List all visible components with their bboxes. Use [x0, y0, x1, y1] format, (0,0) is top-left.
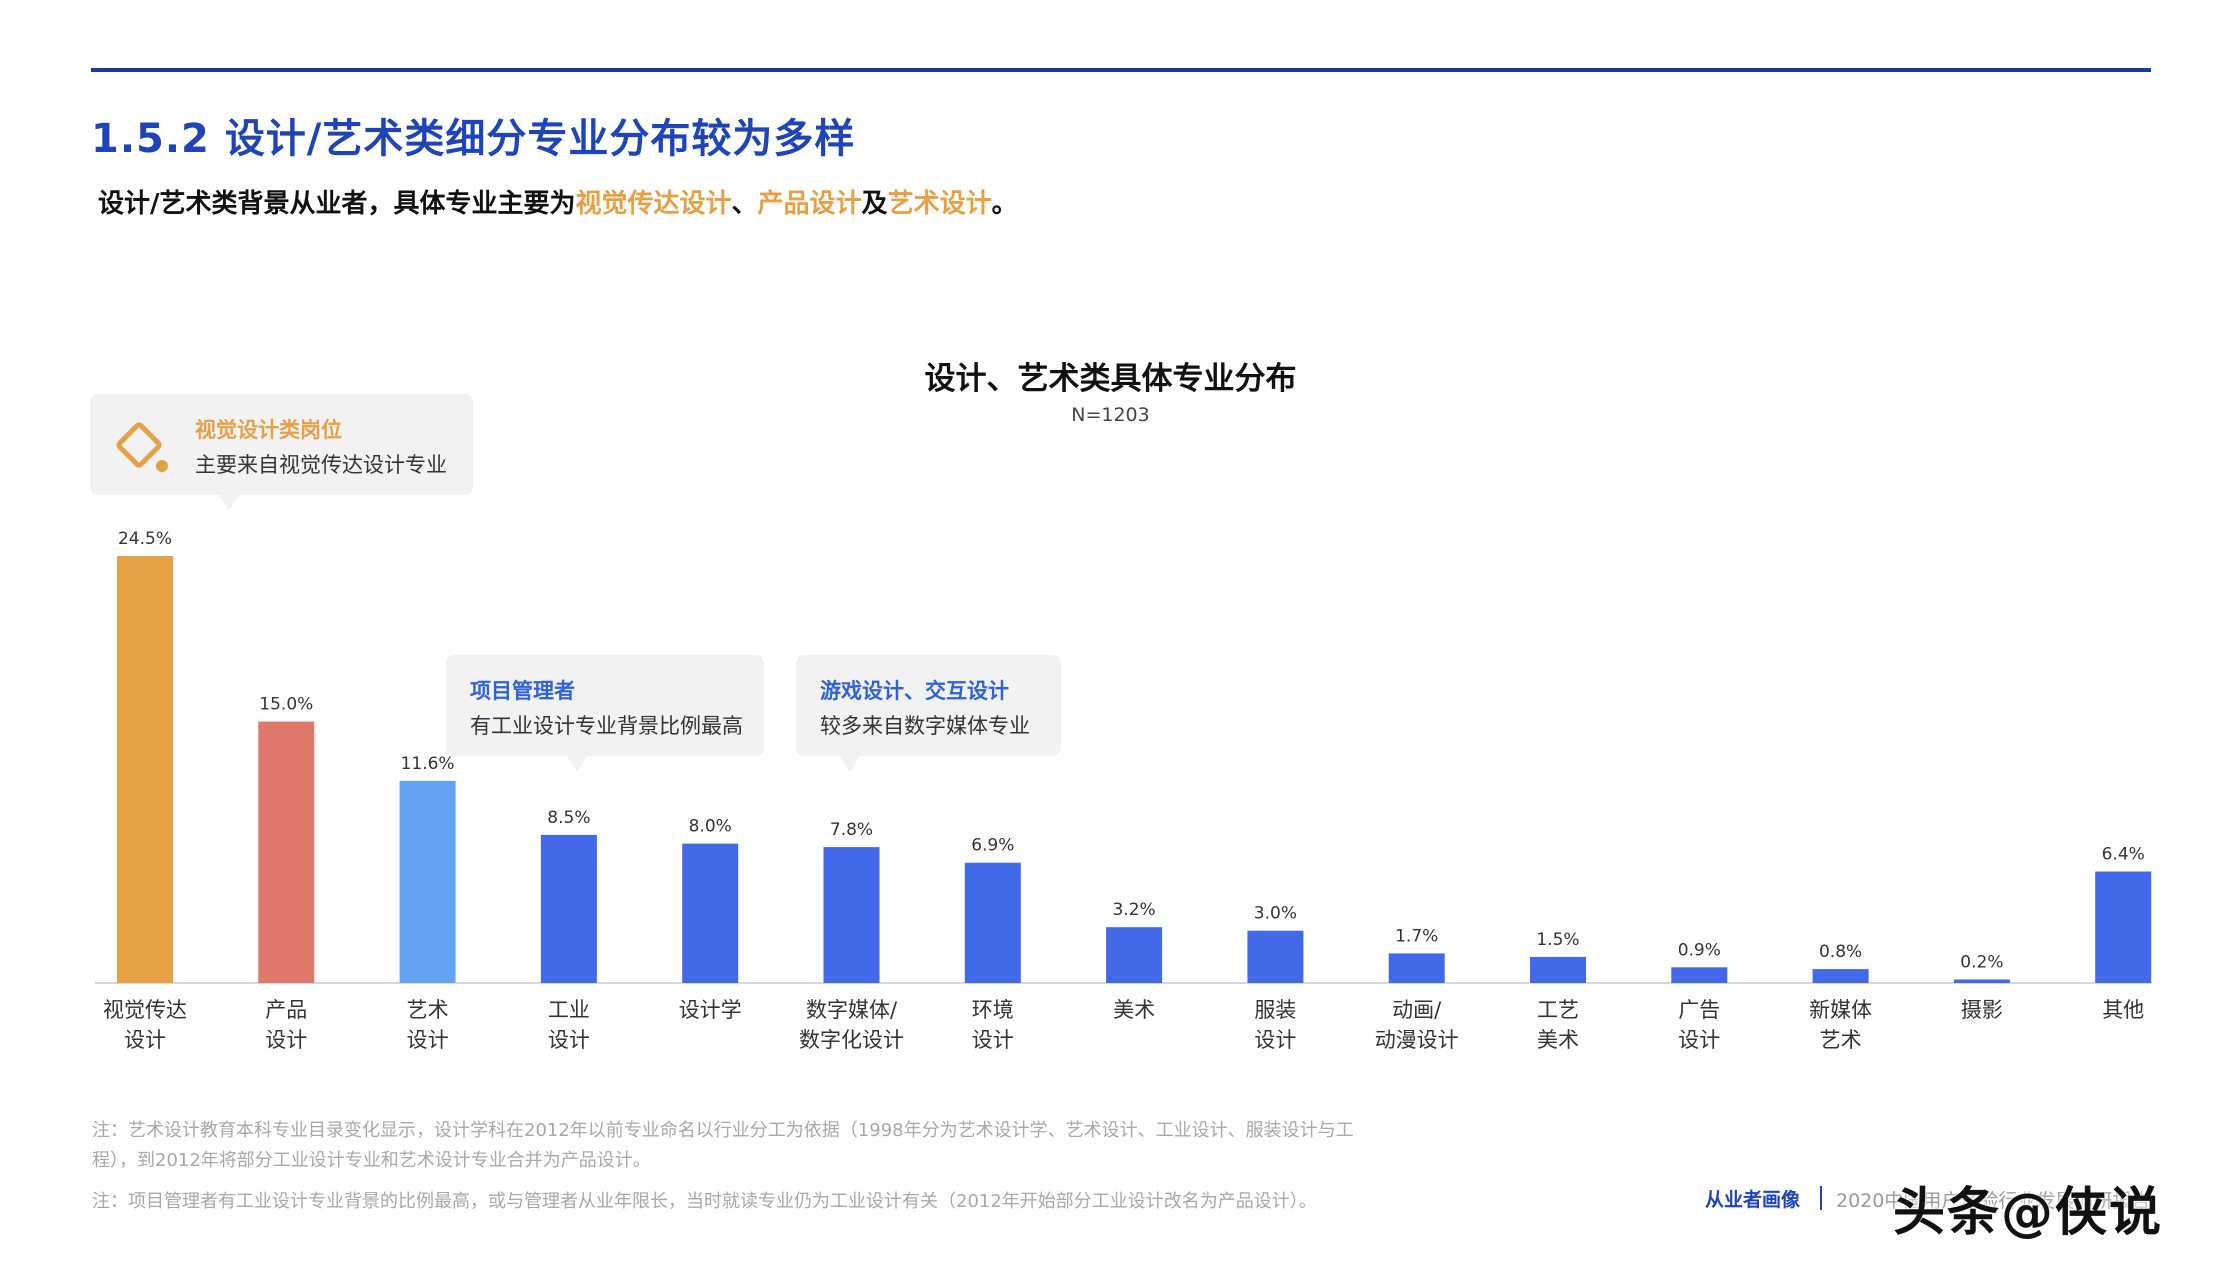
bar-9 [1388, 953, 1445, 983]
value-label-8: 3.0% [1254, 904, 1297, 924]
value-label-11: 0.9% [1678, 940, 1721, 960]
category-label-9-line-1: 动漫设计 [1375, 1028, 1459, 1052]
category-label-12-line-0: 新媒体 [1809, 998, 1872, 1022]
paint-bucket-icon [110, 416, 174, 484]
bar-7 [1106, 927, 1163, 983]
category-label-10-line-0: 工艺 [1537, 998, 1579, 1022]
category-label-2-line-1: 设计 [407, 1028, 449, 1052]
bar-12 [1812, 969, 1869, 983]
value-label-12: 0.8% [1819, 942, 1862, 962]
bar-3 [540, 834, 597, 983]
value-label-10: 1.5% [1536, 930, 1579, 950]
category-label-3-line-0: 工业 [548, 998, 590, 1022]
category-label-13-line-0: 摄影 [1961, 998, 2003, 1022]
callout-body: 有工业设计专业背景比例最高 [470, 714, 743, 738]
callout-pointer [840, 756, 860, 772]
category-label-14-line-0: 其他 [2102, 998, 2144, 1022]
callout-pointer [219, 495, 239, 511]
value-label-3: 8.5% [547, 808, 590, 828]
category-label-12-line-1: 艺术 [1820, 1028, 1862, 1052]
callout-body: 主要来自视觉传达设计专业 [195, 453, 447, 477]
value-label-4: 8.0% [689, 817, 732, 837]
footnote-curriculum: 注：艺术设计教育本科专业目录变化显示，设计学科在2012年以前专业命名以行业分工… [92, 1120, 1354, 1171]
value-label-2: 11.6% [401, 754, 455, 774]
value-label-6: 6.9% [971, 836, 1014, 856]
bar-14 [2095, 871, 2152, 983]
bar-11 [1671, 967, 1728, 983]
category-label-5-line-0: 数字媒体/ [806, 998, 898, 1022]
category-label-11-line-0: 广告 [1678, 998, 1720, 1022]
category-label-8-line-1: 设计 [1254, 1028, 1296, 1052]
watermark: 头条@侠说 [1893, 1183, 2164, 1243]
bar-0 [117, 556, 173, 983]
footer-section-name: 从业者画像 [1705, 1189, 1801, 1211]
value-label-13: 0.2% [1960, 953, 2003, 973]
value-label-5: 7.8% [830, 820, 873, 840]
category-label-10-line-1: 美术 [1537, 1028, 1579, 1052]
bar-4 [682, 843, 739, 983]
category-label-8-line-0: 服装 [1254, 998, 1296, 1022]
footnote-project-managers: 注：项目管理者有工业设计专业背景的比例最高，或与管理者从业年限长，当时就读专业仍… [92, 1191, 1317, 1212]
category-label-2-line-0: 艺术 [407, 998, 449, 1022]
callout-title: 游戏设计、交互设计 [820, 679, 1009, 703]
category-label-7-line-0: 美术 [1113, 998, 1155, 1022]
value-label-14: 6.4% [2102, 845, 2145, 865]
category-label-11-line-1: 设计 [1678, 1028, 1720, 1052]
bar-8 [1247, 930, 1304, 983]
category-label-3-line-1: 设计 [548, 1028, 590, 1052]
category-label-4-line-0: 设计学 [679, 998, 742, 1022]
callout-title: 视觉设计类岗位 [195, 418, 342, 442]
bar-5 [823, 847, 880, 983]
footer-divider [1820, 1186, 1822, 1210]
category-label-5-line-1: 数字化设计 [799, 1028, 904, 1052]
category-label-9-line-0: 动画/ [1392, 998, 1442, 1022]
value-label-7: 3.2% [1112, 900, 1155, 920]
category-label-6-line-1: 设计 [972, 1028, 1014, 1052]
category-label-0-line-1: 设计 [124, 1028, 166, 1052]
callout-game-interaction-design: 游戏设计、交互设计 较多来自数字媒体专业 [796, 655, 1061, 772]
category-label-1-line-0: 产品 [265, 998, 307, 1022]
value-label-9: 1.7% [1395, 926, 1438, 946]
callout-body: 较多来自数字媒体专业 [820, 714, 1030, 738]
callout-visual-design-roles: 视觉设计类岗位 主要来自视觉传达设计专业 [90, 394, 473, 511]
bar-13 [1953, 979, 2010, 983]
value-label-1: 15.0% [259, 695, 313, 715]
callout-pointer [567, 756, 587, 772]
bar-1 [258, 721, 315, 983]
callout-title: 项目管理者 [470, 679, 575, 703]
bar-chart: 24.5% 15.0% 11.6% 8.5% 8.0% 7.8% 6.9% 3.2% 3.0% 1… [95, 529, 2152, 1052]
value-label-0: 24.5% [118, 529, 172, 549]
category-label-0-line-0: 视觉传达 [103, 998, 187, 1022]
bar-2 [399, 780, 456, 983]
category-label-1-line-1: 设计 [265, 1028, 307, 1052]
bar-6 [964, 862, 1021, 983]
category-label-6-line-0: 环境 [972, 998, 1014, 1022]
bar-10 [1530, 956, 1586, 983]
callout-project-managers: 项目管理者 有工业设计专业背景比例最高 [446, 655, 764, 772]
